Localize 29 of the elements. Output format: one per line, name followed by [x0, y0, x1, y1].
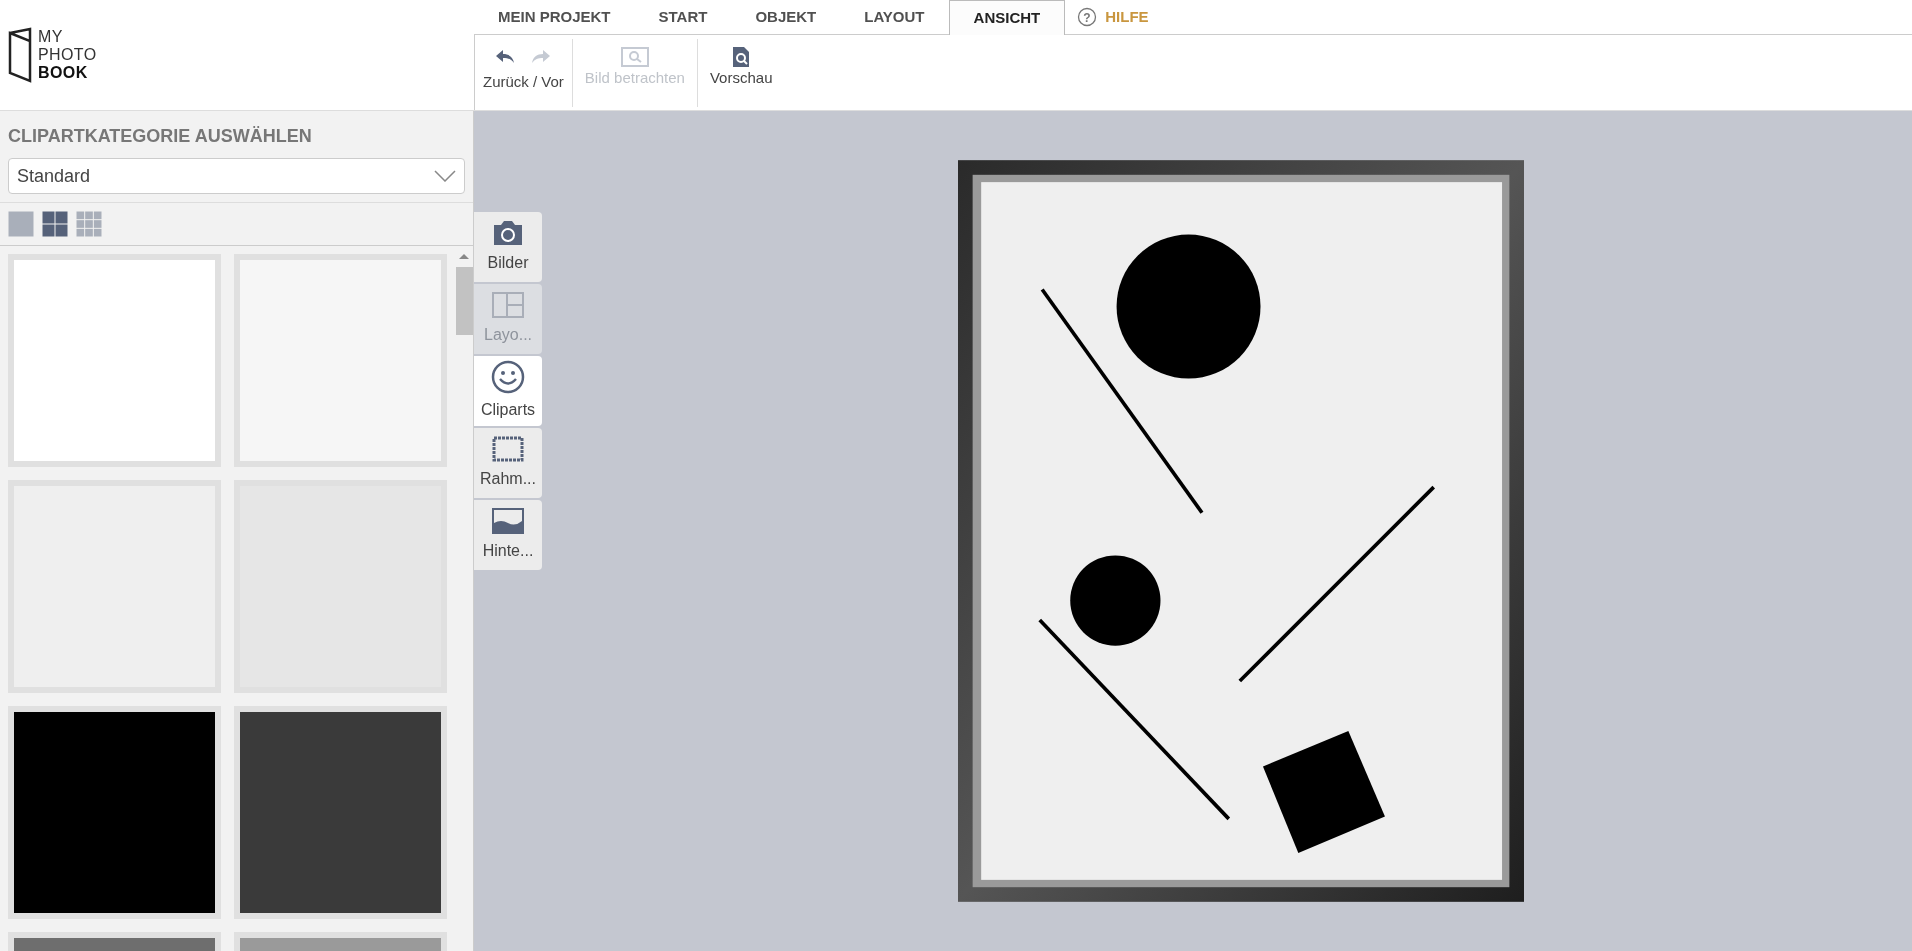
- chevron-down-icon: [434, 170, 456, 182]
- side-tab[interactable]: Hinte...: [474, 500, 542, 570]
- side-tab[interactable]: Bilder: [474, 212, 542, 282]
- help-link[interactable]: ? HILFE: [1065, 0, 1161, 35]
- scrollbar-thumb[interactable]: [455, 267, 473, 335]
- frame-icon: [491, 435, 525, 463]
- menu-tab[interactable]: ANSICHT: [948, 0, 1066, 35]
- grid-size-icon[interactable]: [76, 211, 102, 237]
- redo-icon: [531, 49, 552, 65]
- grid-size-icon[interactable]: [42, 211, 68, 237]
- clipart-tile[interactable]: [8, 254, 221, 467]
- category-dropdown[interactable]: Standard: [8, 158, 465, 194]
- panel-title: CLIPARTKATEGORIE AUSWÄHLEN: [7, 125, 313, 148]
- scroll-up-icon[interactable]: [459, 254, 469, 259]
- book-logo-icon: [8, 27, 34, 83]
- camera-icon: [491, 219, 525, 247]
- logo-text: MY PHOTO BOOK: [38, 28, 97, 82]
- smiley-icon: [491, 360, 525, 394]
- landscape-icon: [491, 507, 525, 535]
- side-tab[interactable]: Cliparts: [474, 356, 542, 426]
- undo-icon: [495, 49, 516, 65]
- help-icon: ?: [1077, 7, 1098, 27]
- document-search-icon: [732, 46, 751, 68]
- clipart-tile[interactable]: [8, 706, 221, 919]
- preview-button[interactable]: Vorschau: [697, 35, 785, 90]
- side-tab[interactable]: Rahm...: [474, 428, 542, 498]
- magnifier-image-icon: [620, 47, 649, 67]
- layout-icon: [491, 291, 525, 319]
- clipart-tile[interactable]: [234, 706, 448, 919]
